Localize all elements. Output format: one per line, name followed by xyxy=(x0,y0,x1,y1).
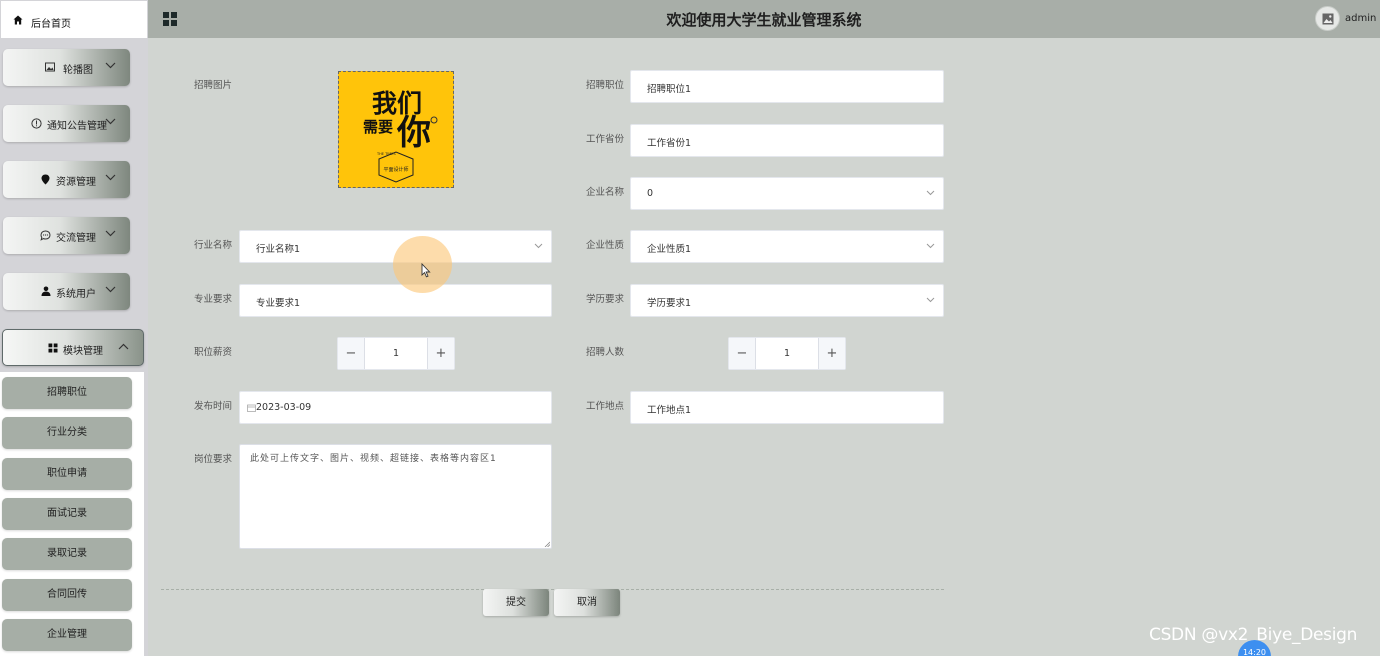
increase-button[interactable]: + xyxy=(818,338,845,369)
submenu-item-application[interactable]: 职位申请 xyxy=(2,458,132,490)
location-pin-icon xyxy=(41,174,50,185)
position-input[interactable]: 招聘职位1 xyxy=(630,70,944,103)
sidebar-menu-users[interactable]: 系统用户 xyxy=(3,273,130,310)
label-position: 招聘职位 xyxy=(586,80,625,91)
submenu-item-company[interactable]: 企业管理 xyxy=(2,619,132,651)
label-industry: 行业名称 xyxy=(194,240,233,251)
location-value: 工作地点1 xyxy=(647,405,692,416)
sidebar-menu-label: 模块管理 xyxy=(63,346,103,357)
label-image: 招聘图片 xyxy=(194,80,233,91)
decrease-button[interactable]: − xyxy=(338,338,365,369)
nature-value: 企业性质1 xyxy=(647,244,692,255)
form-divider xyxy=(161,589,944,590)
location-input[interactable]: 工作地点1 xyxy=(630,391,944,424)
sidebar-menu-notice[interactable]: 通知公告管理 xyxy=(3,105,130,142)
submenu-item-admission[interactable]: 录取记录 xyxy=(2,538,132,570)
resize-handle-icon[interactable] xyxy=(544,541,550,547)
label-province: 工作省份 xyxy=(586,134,625,145)
chevron-down-icon xyxy=(105,230,116,237)
chevron-down-icon xyxy=(105,118,116,125)
label-company: 企业名称 xyxy=(586,187,625,198)
user-icon xyxy=(41,286,51,296)
submit-button[interactable]: 提交 xyxy=(483,589,549,616)
header-bar: 欢迎使用大学生就业管理系统 admin xyxy=(148,0,1380,38)
position-value: 招聘职位1 xyxy=(647,84,692,95)
label-salary: 职位薪资 xyxy=(194,347,233,358)
username[interactable]: admin xyxy=(1345,13,1376,24)
chevron-down-icon xyxy=(534,243,543,249)
industry-value: 行业名称1 xyxy=(256,244,301,255)
requirement-textarea[interactable]: 此处可上传文字、图片、视频、超链接、表格等内容区1 xyxy=(239,444,552,549)
salary-stepper[interactable]: − 1 + xyxy=(337,337,455,370)
chat-icon xyxy=(40,230,51,241)
image-icon xyxy=(45,62,55,72)
home-icon xyxy=(13,15,23,25)
submenu-item-industry[interactable]: 行业分类 xyxy=(2,417,132,449)
calendar-icon xyxy=(247,404,256,412)
chevron-down-icon xyxy=(105,286,116,293)
chevron-down-icon xyxy=(926,190,935,196)
poster-tag-text: 平面设计师 xyxy=(383,166,408,173)
recruit-image-upload[interactable]: 我们 需要 你 THE TIMES 平面设计师 xyxy=(338,71,454,188)
salary-value: 1 xyxy=(392,348,400,359)
sidebar-menu-exchange[interactable]: 交流管理 xyxy=(3,217,130,254)
sidebar-menu-resource[interactable]: 资源管理 xyxy=(3,161,130,198)
submenu-item-recruit-position[interactable]: 招聘职位 xyxy=(2,377,132,409)
province-input[interactable]: 工作省份1 xyxy=(630,124,944,157)
nature-select[interactable]: 企业性质1 xyxy=(630,230,944,263)
label-headcount: 招聘人数 xyxy=(586,347,625,358)
grid-icon xyxy=(48,343,58,353)
province-value: 工作省份1 xyxy=(647,138,692,149)
submenu: 招聘职位 行业分类 职位申请 面试记录 录取记录 合同回传 企业管理 xyxy=(0,372,144,656)
submenu-item-interview[interactable]: 面试记录 xyxy=(2,498,132,530)
label-major: 专业要求 xyxy=(194,294,233,305)
headcount-stepper[interactable]: − 1 + xyxy=(728,337,846,370)
requirement-value: 此处可上传文字、图片、视频、超链接、表格等内容区1 xyxy=(250,454,497,464)
major-input[interactable]: 专业要求1 xyxy=(239,284,552,317)
label-education: 学历要求 xyxy=(586,294,625,305)
image-placeholder-icon xyxy=(1322,13,1334,25)
sidebar-menu-label: 通知公告管理 xyxy=(47,121,107,132)
sidebar-menu-modules[interactable]: 模块管理 xyxy=(2,329,144,366)
sidebar-menu-label: 资源管理 xyxy=(56,177,96,188)
headcount-value: 1 xyxy=(783,348,791,359)
sidebar-menu-label: 交流管理 xyxy=(56,233,96,244)
cancel-button[interactable]: 取消 xyxy=(554,589,620,616)
poster-text-2: 需要 xyxy=(363,118,393,136)
sidebar-home-label: 后台首页 xyxy=(31,19,71,30)
education-select[interactable]: 学历要求1 xyxy=(630,284,944,317)
label-nature: 企业性质 xyxy=(586,240,625,251)
sidebar-menu-label: 系统用户 xyxy=(56,289,96,300)
company-select[interactable]: 0 xyxy=(630,177,944,210)
increase-button[interactable]: + xyxy=(427,338,454,369)
info-icon xyxy=(31,118,42,129)
poster-text-3: 你 xyxy=(396,113,431,153)
chevron-down-icon xyxy=(926,243,935,249)
submenu-item-contract[interactable]: 合同回传 xyxy=(2,579,132,611)
avatar[interactable] xyxy=(1315,6,1340,31)
sidebar-home[interactable]: 后台首页 xyxy=(1,1,147,38)
mouse-cursor-icon xyxy=(421,263,431,278)
label-requirement: 岗位要求 xyxy=(194,454,233,465)
chevron-down-icon xyxy=(926,297,935,303)
page-title: 欢迎使用大学生就业管理系统 xyxy=(666,11,862,29)
recruit-poster-image: 我们 需要 你 THE TIMES 平面设计师 xyxy=(339,72,453,187)
sidebar-menu-carousel[interactable]: 轮播图 xyxy=(3,49,130,86)
chevron-down-icon xyxy=(105,62,116,69)
chevron-down-icon xyxy=(105,174,116,181)
major-value: 专业要求1 xyxy=(256,298,301,309)
publish-date-picker[interactable]: 2023-03-09 xyxy=(239,391,552,424)
sidebar-menu-label: 轮播图 xyxy=(63,65,93,76)
chevron-up-icon xyxy=(118,343,129,350)
sidebar: 后台首页 轮播图 通知公告管理 资源管理 交流管理 系统用户 模块管理 招聘职位… xyxy=(0,0,148,656)
label-location: 工作地点 xyxy=(586,401,625,412)
publish-date-value: 2023-03-09 xyxy=(256,402,312,413)
education-value: 学历要求1 xyxy=(647,298,692,309)
company-value: 0 xyxy=(647,188,654,199)
decrease-button[interactable]: − xyxy=(729,338,756,369)
label-publish: 发布时间 xyxy=(194,401,233,412)
